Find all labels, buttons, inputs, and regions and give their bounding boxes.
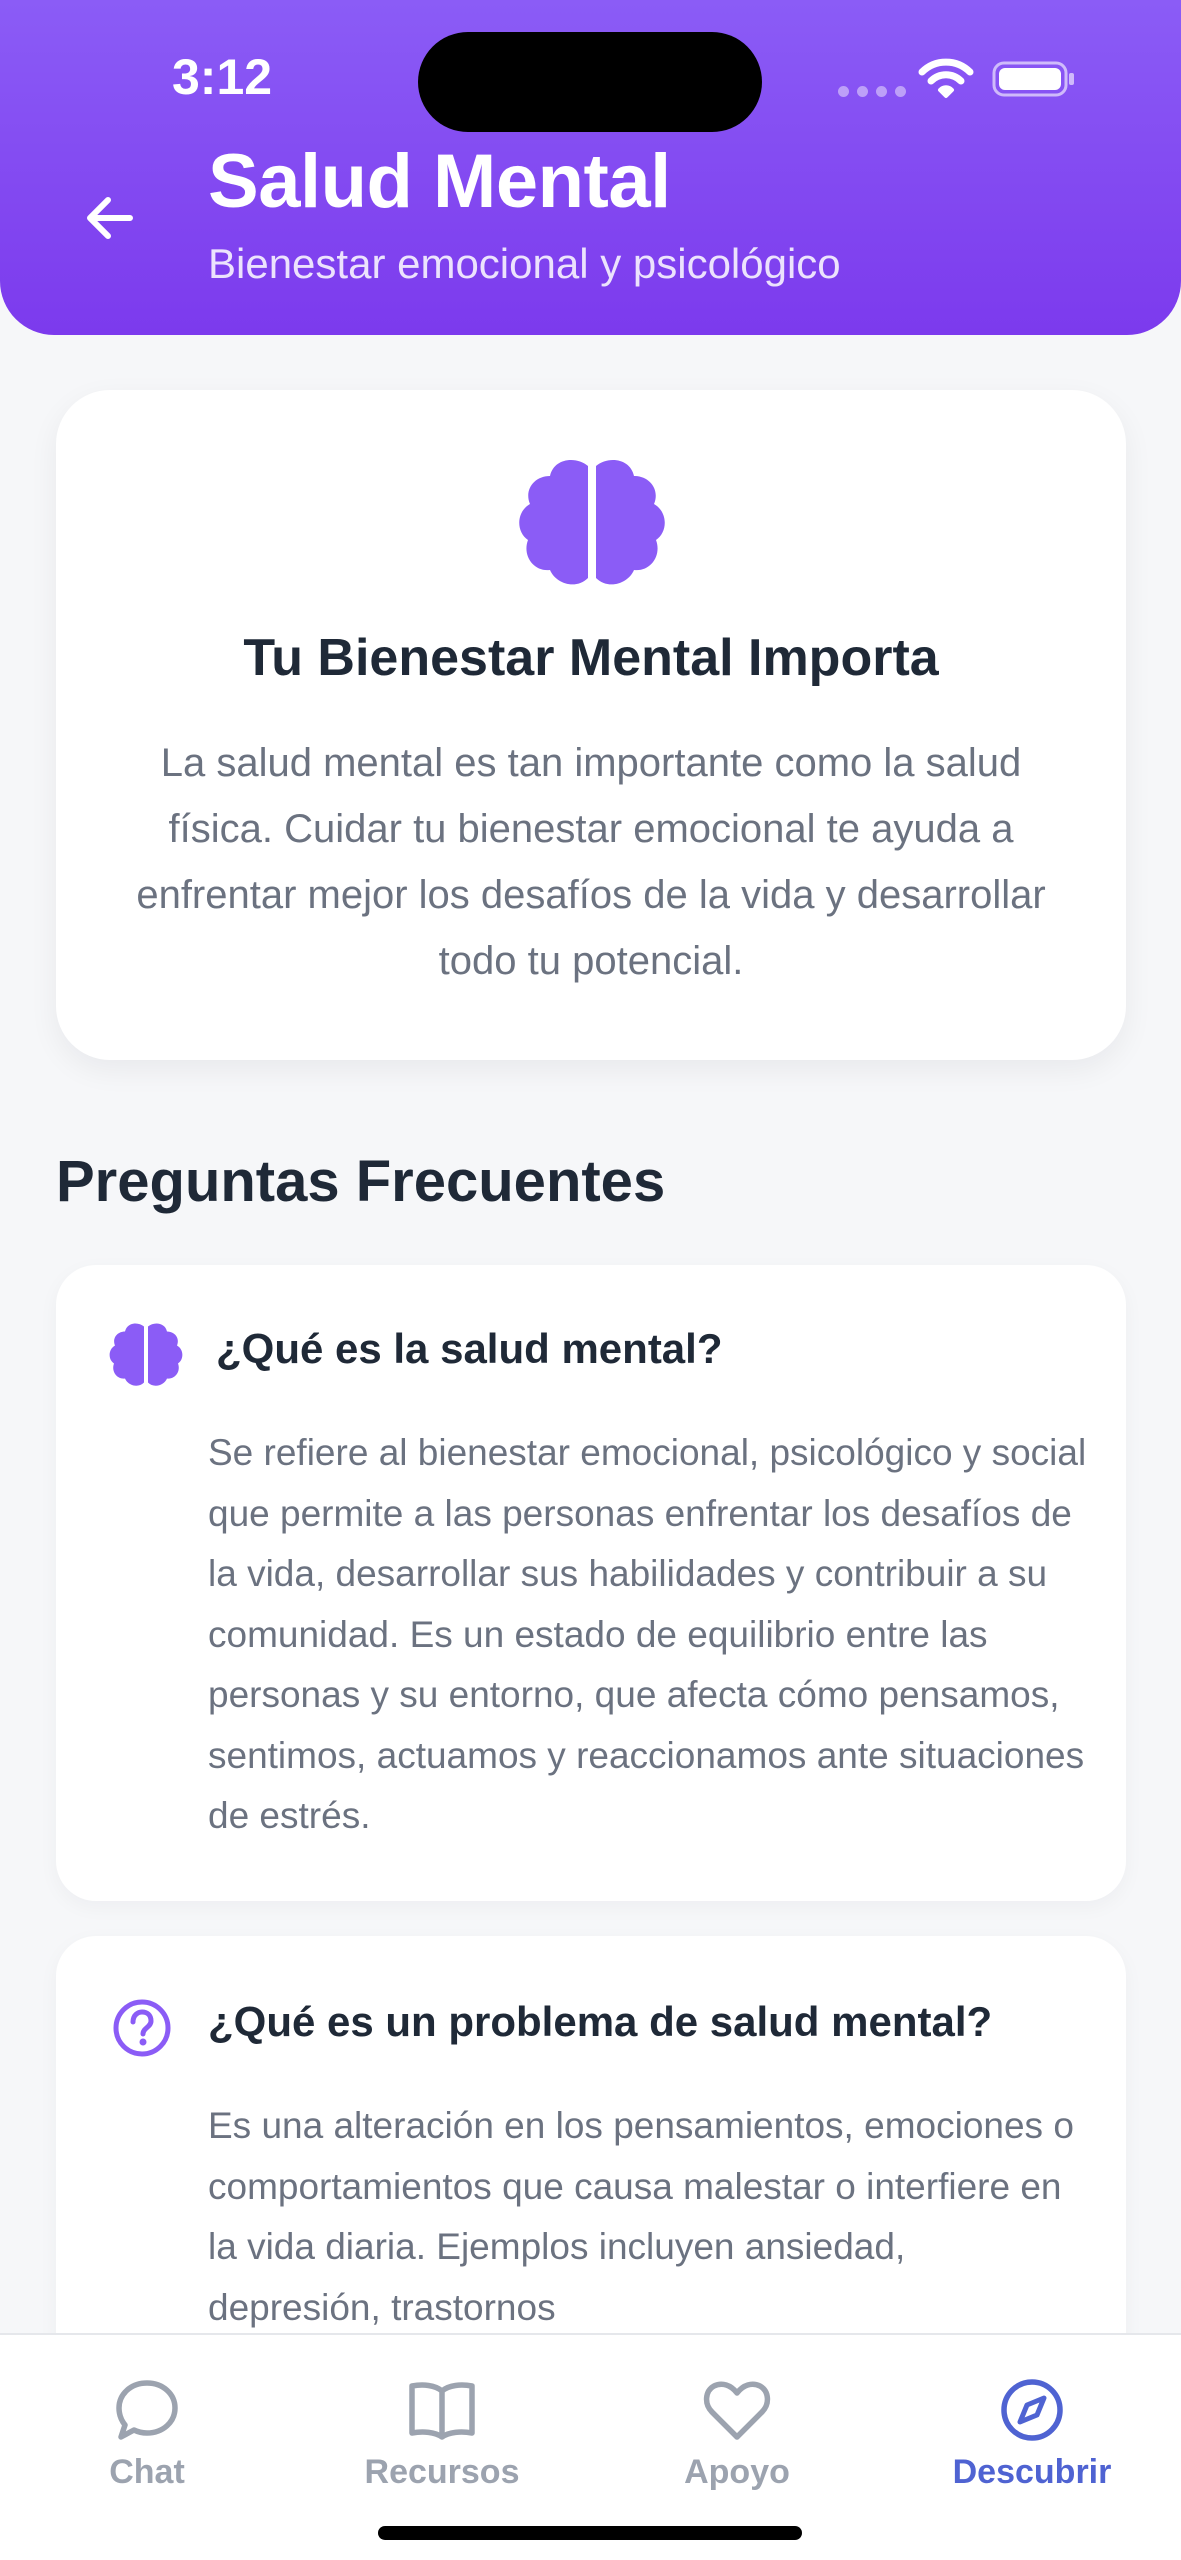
cellular-signal-icon <box>838 86 906 97</box>
page-subtitle: Bienestar emocional y psicológico <box>208 240 841 287</box>
question-circle-icon <box>113 1999 171 2057</box>
faq-answer: Es una alteración en los pensamientos, e… <box>208 2105 1074 2328</box>
nav-label-apoyo: Apoyo <box>684 2453 790 2491</box>
book-icon <box>409 2382 475 2440</box>
wifi-icon <box>918 58 974 98</box>
intro-title: Tu Bienestar Mental Importa <box>243 629 939 687</box>
faq-question: ¿Qué es un problema de salud mental? <box>208 1998 993 2045</box>
status-time: 3:12 <box>172 49 273 105</box>
battery-icon <box>992 61 1074 97</box>
home-indicator <box>378 2526 802 2540</box>
faq-item[interactable]: ¿Qué es la salud mental? Se refiere al b… <box>56 1265 1126 1901</box>
nav-item-recursos[interactable]: Recursos <box>332 2375 552 2492</box>
nav-label-chat: Chat <box>109 2453 185 2491</box>
back-button[interactable] <box>82 190 138 246</box>
page-header: 3:12 Salud Mental Bienestar emocional y … <box>0 0 1181 335</box>
intro-card: Tu Bienestar Mental Importa La salud men… <box>56 390 1126 1060</box>
page-title: Salud Mental <box>208 139 671 224</box>
nav-label-recursos: Recursos <box>364 2453 520 2491</box>
nav-item-chat[interactable]: Chat <box>37 2375 257 2492</box>
dynamic-island <box>418 32 762 132</box>
brain-icon <box>519 460 665 585</box>
nav-item-descubrir[interactable]: Descubrir <box>922 2375 1142 2492</box>
heart-icon <box>703 2381 771 2440</box>
nav-label-descubrir: Descubrir <box>952 2453 1112 2491</box>
intro-text: La salud mental es tan importante como l… <box>136 741 1046 983</box>
arrow-left-icon <box>87 197 133 239</box>
faq-question: ¿Qué es la salud mental? <box>216 1325 723 1372</box>
compass-icon <box>1001 2379 1063 2441</box>
chat-bubble-icon <box>116 2380 178 2440</box>
nav-item-apoyo[interactable]: Apoyo <box>627 2375 847 2492</box>
faq-section-title: Preguntas Frecuentes <box>56 1149 666 1214</box>
brain-icon <box>109 1323 183 1386</box>
faq-answer: Se refiere al bienestar emocional, psico… <box>208 1432 1087 1836</box>
